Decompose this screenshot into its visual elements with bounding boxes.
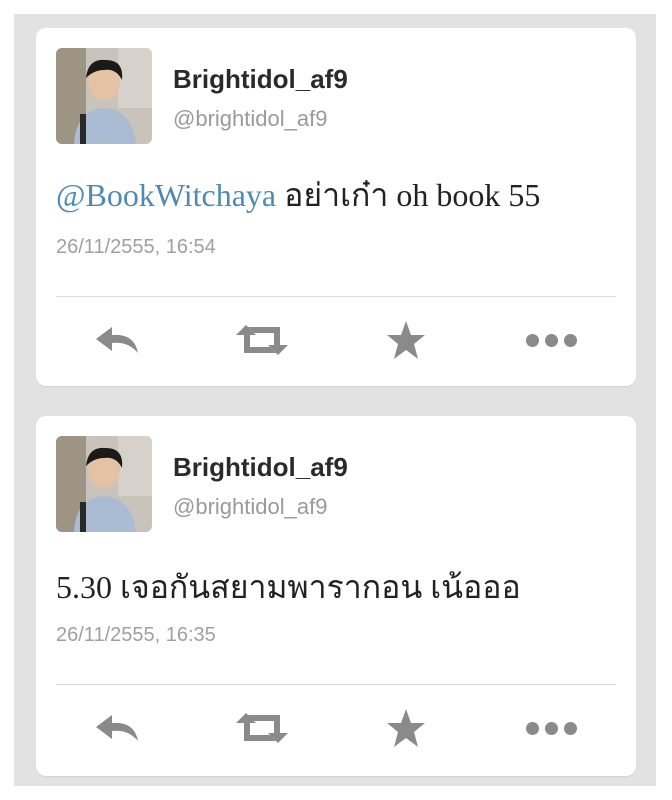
separator xyxy=(56,296,616,297)
reply-button[interactable] xyxy=(88,706,148,750)
tweet-card: Brightidol_af9 @brightidol_af9 5.30 เจอก… xyxy=(36,416,636,776)
favorite-button[interactable] xyxy=(376,706,436,750)
favorite-button[interactable] xyxy=(376,318,436,362)
more-button[interactable] xyxy=(521,706,581,750)
handle[interactable]: @brightidol_af9 xyxy=(173,106,327,132)
reply-icon xyxy=(96,715,138,741)
more-icon xyxy=(525,721,577,735)
more-icon xyxy=(525,333,577,347)
action-bar xyxy=(36,706,636,754)
retweet-button[interactable] xyxy=(232,706,292,750)
tweet-text: 5.30 เจอกันสยามพารากอน เน้อออ xyxy=(56,562,521,613)
avatar[interactable] xyxy=(56,436,152,532)
tweet-card: Brightidol_af9 @brightidol_af9 @BookWitc… xyxy=(36,28,636,386)
tweet-divider xyxy=(14,398,656,406)
separator xyxy=(56,684,616,685)
retweet-icon xyxy=(236,713,288,743)
tweet-text: @BookWitchaya อย่าเก๋า oh book 55 xyxy=(56,170,540,221)
favorite-icon xyxy=(387,709,425,747)
favorite-icon xyxy=(387,321,425,359)
reply-button[interactable] xyxy=(88,318,148,362)
handle[interactable]: @brightidol_af9 xyxy=(173,494,327,520)
tweet-body: 5.30 เจอกันสยามพารากอน เน้อออ xyxy=(56,569,521,605)
retweet-icon xyxy=(236,325,288,355)
action-bar xyxy=(36,318,636,366)
display-name[interactable]: Brightidol_af9 xyxy=(173,452,348,483)
retweet-button[interactable] xyxy=(232,318,292,362)
timestamp: 26/11/2555, 16:54 xyxy=(56,236,216,258)
tweet-body: อย่าเก๋า oh book 55 xyxy=(276,177,541,213)
reply-icon xyxy=(96,327,138,353)
avatar[interactable] xyxy=(56,48,152,144)
display-name[interactable]: Brightidol_af9 xyxy=(173,64,348,95)
timestamp: 26/11/2555, 16:35 xyxy=(56,624,216,646)
more-button[interactable] xyxy=(521,318,581,362)
mention-link[interactable]: @BookWitchaya xyxy=(56,177,276,213)
